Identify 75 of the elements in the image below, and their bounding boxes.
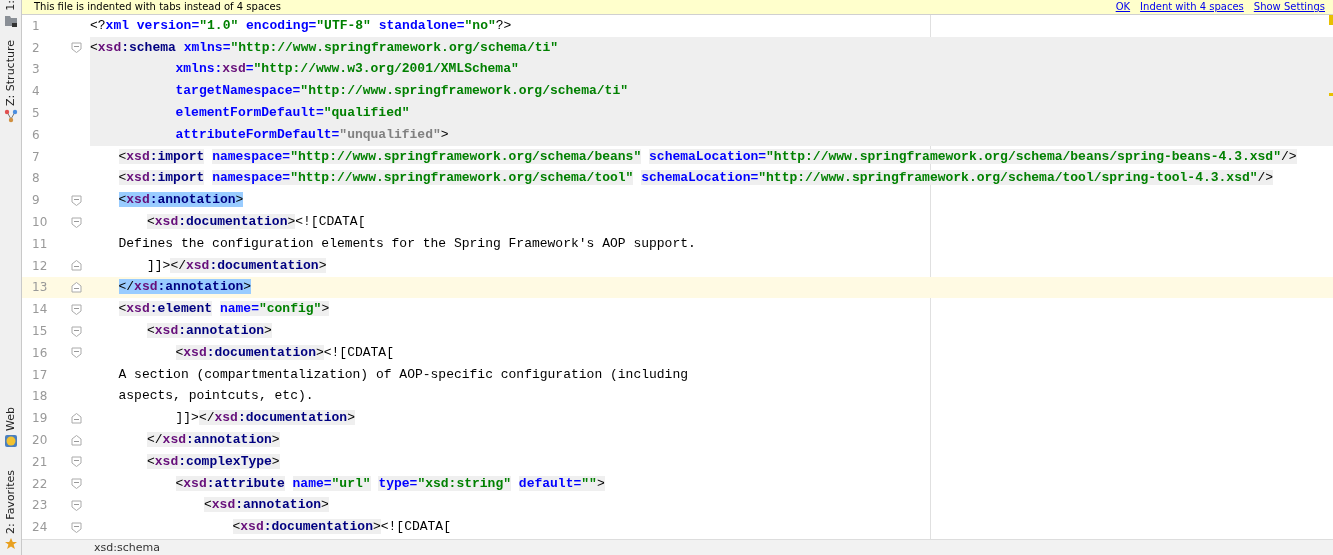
code-line: <xsd:import namespace="http://www.springframework.org/schema/beans" schemaLocation="http://www.springframework.org/schema/beans/spring-beans-4.3.xsd"/> — [117, 147, 1297, 166]
line-number: 10 — [31, 215, 49, 230]
structure-icon — [3, 108, 18, 123]
line-number: 14 — [31, 302, 49, 317]
fold-marker-icon[interactable] — [70, 521, 82, 533]
fold-marker-icon[interactable] — [70, 325, 82, 337]
code-line: <xsd:annotation> — [146, 322, 272, 341]
line-number: 16 — [31, 345, 49, 360]
fold-marker-icon[interactable] — [70, 412, 82, 424]
line-number: 19 — [31, 411, 49, 426]
fold-marker-icon[interactable] — [70, 260, 82, 272]
banner-link[interactable]: OK — [1115, 1, 1131, 13]
code-line: <xsd:attribute name="url" type="xsd:string" default=""> — [174, 474, 605, 493]
code-line: <xsd:complexType> — [146, 452, 280, 471]
code-line: targetNamespace="http://www.springframework.org/schema/ti" — [174, 82, 628, 101]
code-line: <xsd:documentation><![CDATA[ — [231, 518, 451, 537]
code-line: </xsd:annotation> — [117, 278, 252, 297]
tool-window-tab[interactable]: Z: Structure — [4, 39, 17, 106]
star-icon — [3, 536, 18, 551]
fold-marker-icon[interactable] — [70, 499, 82, 511]
line-number: 9 — [31, 193, 41, 208]
line-number: 23 — [31, 498, 49, 513]
fold-marker-icon[interactable] — [70, 216, 82, 228]
code-line: <xsd:documentation><![CDATA[ — [146, 213, 366, 232]
fold-marker-icon[interactable] — [70, 281, 82, 293]
code-line: A section (compartmentalization) of AOP-specific configuration (including — [117, 365, 688, 384]
code-line: ]]></xsd:documentation> — [174, 409, 355, 428]
fold-marker-icon[interactable] — [70, 478, 82, 490]
line-number: 12 — [31, 258, 49, 273]
banner-link[interactable]: Show Settings — [1253, 1, 1325, 13]
line-number: 15 — [31, 324, 49, 339]
tool-window-tab[interactable]: Web — [4, 406, 17, 431]
fold-marker-icon[interactable] — [70, 456, 82, 468]
line-number: 11 — [31, 236, 49, 251]
code-line: aspects, pointcuts, etc). — [117, 387, 314, 406]
line-number: 6 — [31, 127, 41, 142]
code-line: <?xml version="1.0" encoding="UTF-8" standalone="no"?> — [90, 16, 512, 35]
code-line: </xsd:annotation> — [146, 431, 280, 450]
fold-marker-icon[interactable] — [70, 194, 82, 206]
line-number: 8 — [31, 171, 41, 186]
banner-link[interactable]: Indent with 4 spaces — [1140, 1, 1244, 13]
code-line: elementFormDefault="qualified" — [174, 104, 410, 123]
code-line: <xsd:annotation> — [203, 496, 329, 515]
code-line: <xsd:element name="config"> — [117, 300, 330, 319]
tool-window-tab[interactable]: 1: — [4, 0, 17, 11]
line-number: 5 — [31, 106, 41, 121]
fold-marker-icon[interactable] — [70, 434, 82, 446]
fold-marker-icon[interactable] — [70, 303, 82, 315]
globe-icon — [3, 433, 18, 448]
code-line: Defines the configuration elements for the Spring Framework's AOP support. — [117, 234, 696, 253]
fold-marker-icon[interactable] — [70, 42, 82, 54]
banner-message: This file is indented with tabs instead of 4 spaces — [34, 1, 282, 13]
fold-marker-icon[interactable] — [70, 347, 82, 359]
line-number: 20 — [31, 433, 49, 448]
line-number: 13 — [31, 280, 49, 295]
line-number: 2 — [31, 40, 41, 55]
line-number: 17 — [31, 367, 49, 382]
line-number: 24 — [31, 520, 49, 535]
folder-icon — [3, 13, 18, 28]
code-line: <xsd:annotation> — [117, 191, 244, 210]
line-number: 7 — [31, 149, 41, 164]
line-number: 3 — [31, 62, 41, 77]
code-line: ]]></xsd:documentation> — [146, 256, 327, 275]
code-line: attributeFormDefault="unqualified"> — [174, 125, 449, 144]
tool-window-tab[interactable]: 2: Favorites — [4, 469, 17, 534]
line-number: 22 — [31, 476, 49, 491]
code-line: xmlns:xsd="http://www.w3.org/2001/XMLSchema" — [174, 60, 519, 79]
line-number: 1 — [31, 18, 41, 33]
breadcrumb[interactable]: xsd:schema — [94, 541, 160, 554]
line-number: 21 — [31, 454, 49, 469]
line-number: 18 — [31, 389, 49, 404]
code-line: <xsd:schema xmlns="http://www.springframework.org/schema/ti" — [90, 38, 559, 57]
code-line: <xsd:documentation><![CDATA[ — [174, 343, 394, 362]
line-number: 4 — [31, 84, 41, 99]
code-line: <xsd:import namespace="http://www.springframework.org/schema/tool" schemaLocation="http://www.springframework.org/schema/tool/spring-tool-4.3.xsd"/> — [117, 169, 1274, 188]
